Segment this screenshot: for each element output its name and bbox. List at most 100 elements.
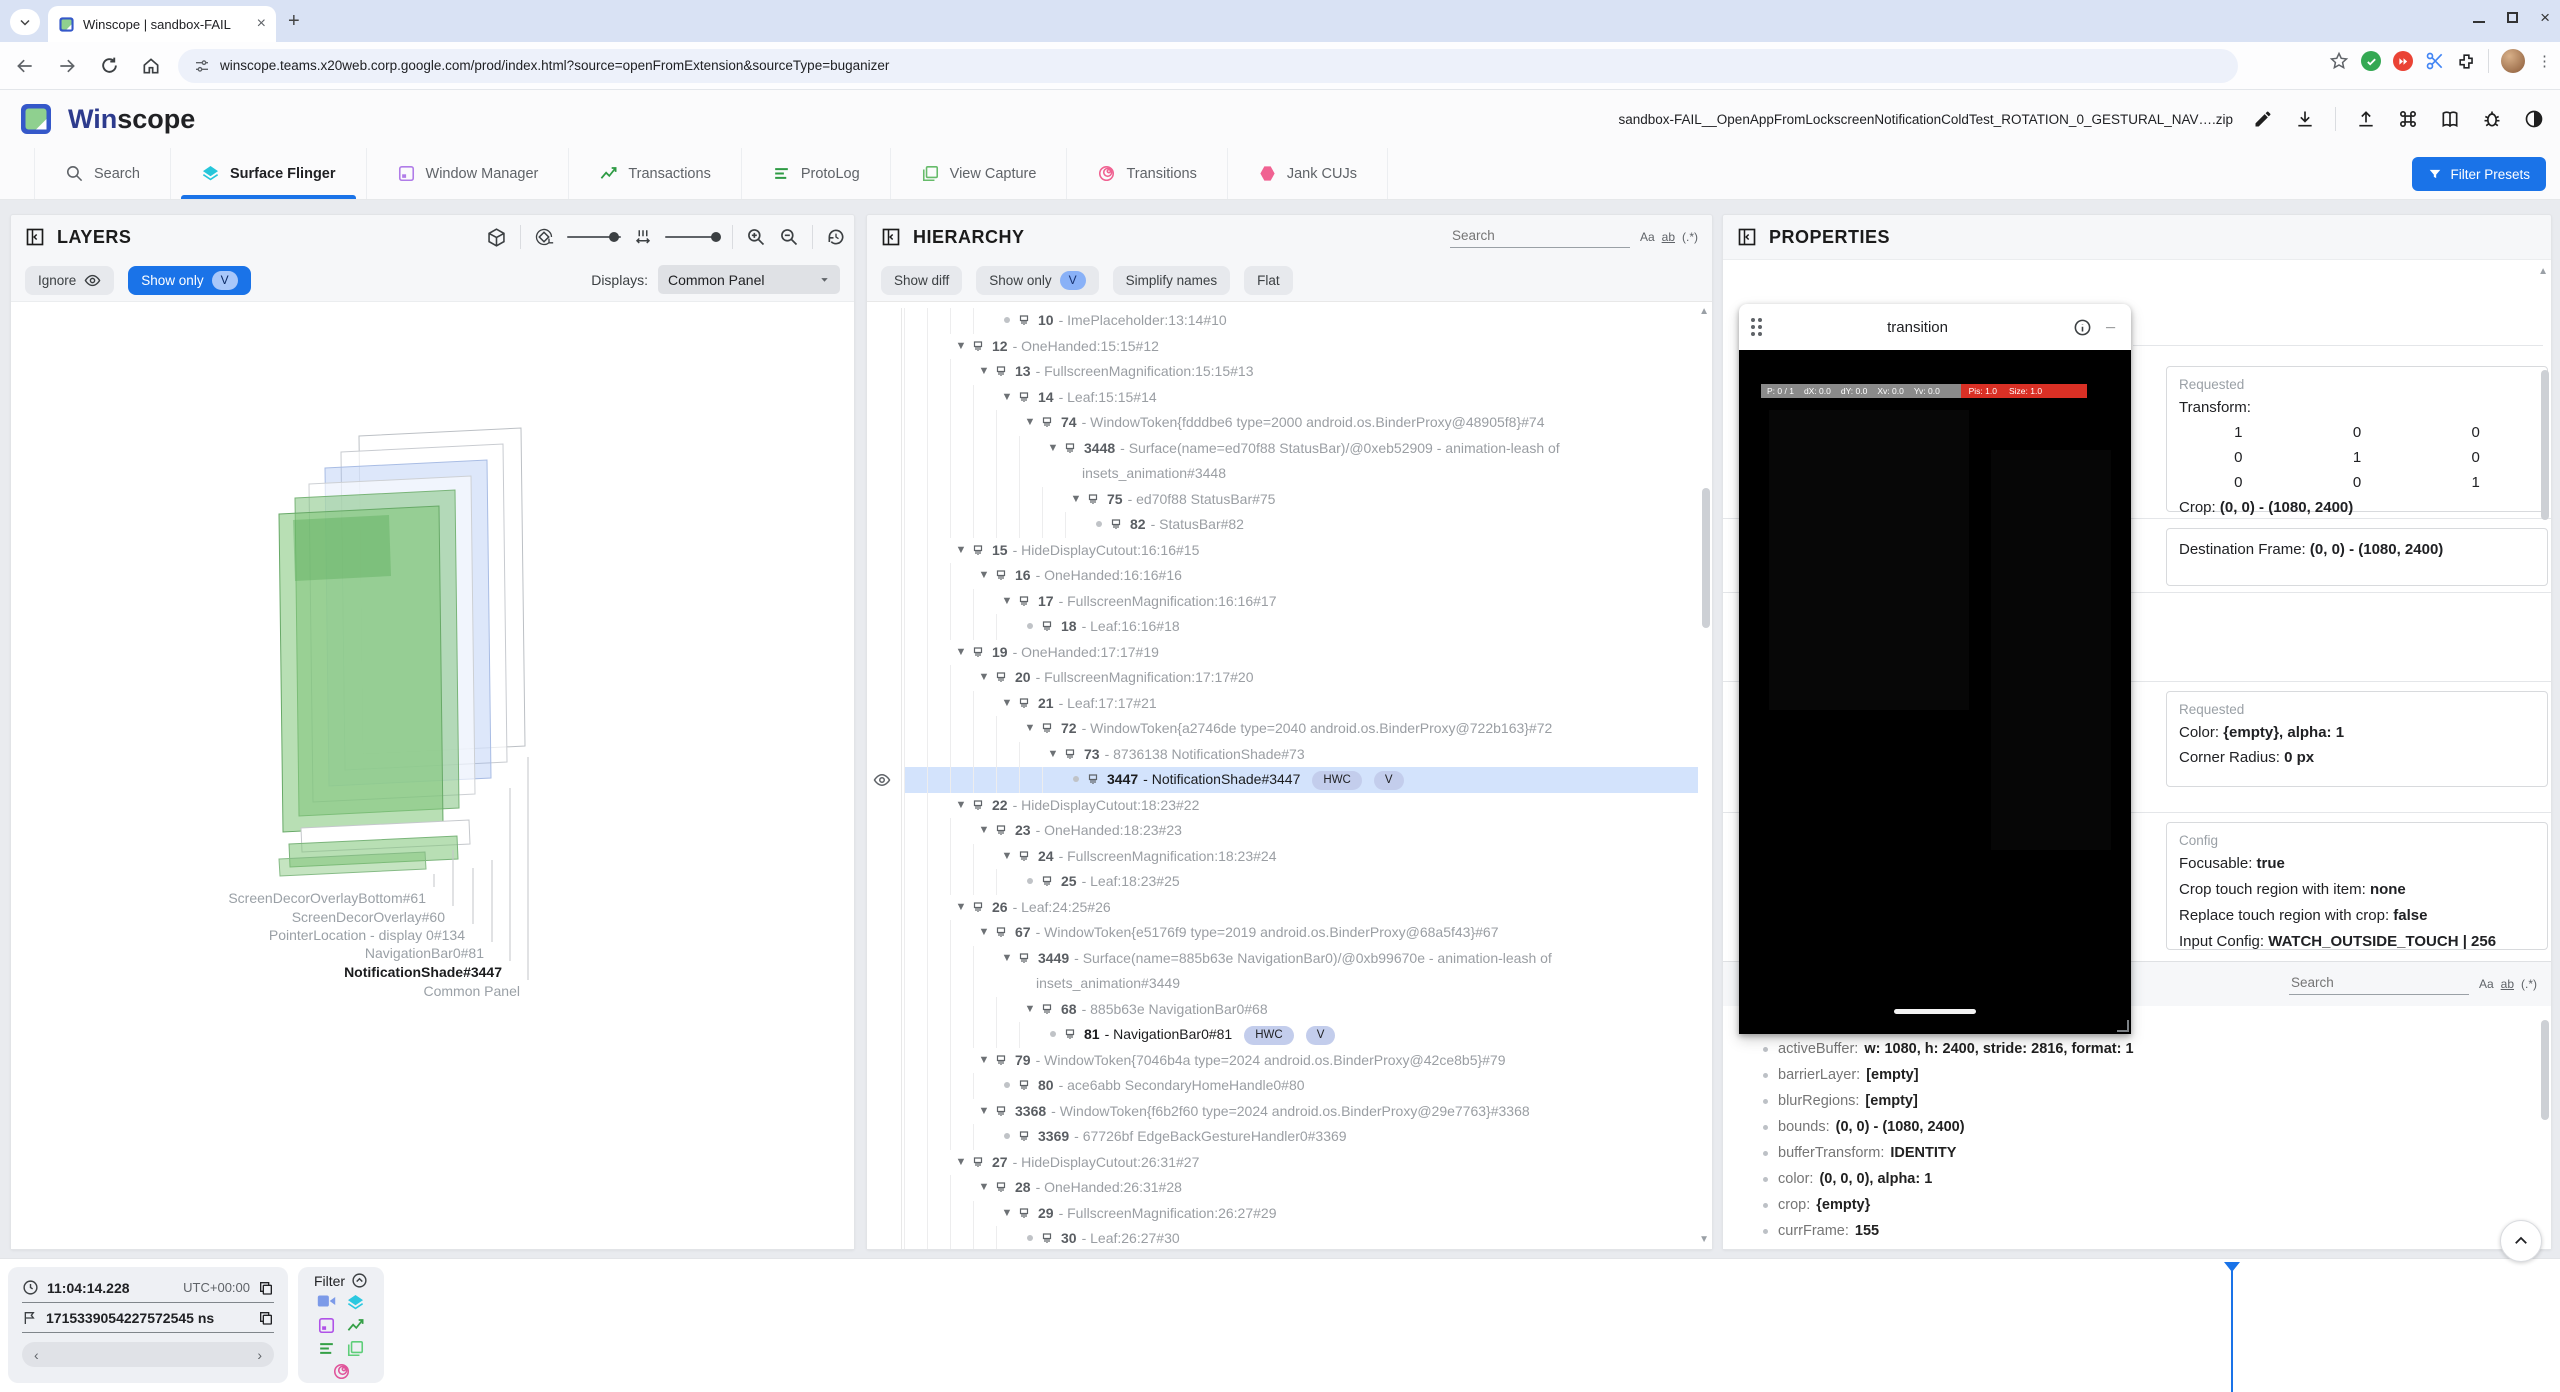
tree-row[interactable]: ▼67- WindowToken{e5176f9 type=2019 andro… bbox=[904, 920, 1698, 946]
chevron-down-icon[interactable]: ▼ bbox=[973, 920, 995, 946]
tree-row[interactable]: 3369- 67726bf EdgeBackGestureHandler0#33… bbox=[904, 1124, 1698, 1150]
tab-search[interactable]: Search bbox=[34, 148, 171, 199]
tree-row[interactable]: ▼74- WindowToken{fdddbe6 type=2000 andro… bbox=[904, 410, 1698, 436]
tree-row[interactable]: 18- Leaf:16:16#18 bbox=[904, 614, 1698, 640]
layer-3d-label[interactable]: Common Panel bbox=[424, 983, 521, 999]
property-item[interactable]: blurRegions:[empty] bbox=[1763, 1088, 2551, 1114]
pin-icon[interactable] bbox=[1110, 512, 1128, 530]
pin-icon[interactable] bbox=[972, 895, 990, 913]
extensions-icon[interactable] bbox=[2457, 52, 2476, 71]
pin-icon[interactable] bbox=[995, 563, 1013, 581]
expand-timeline-button[interactable] bbox=[2500, 1220, 2542, 1262]
panel-collapse-icon[interactable] bbox=[25, 227, 45, 247]
flat-chip[interactable]: Flat bbox=[1244, 266, 1293, 295]
download-icon[interactable] bbox=[2293, 107, 2317, 131]
pin-icon[interactable] bbox=[995, 1048, 1013, 1066]
collapse-filter-icon[interactable] bbox=[351, 1272, 368, 1289]
tree-row[interactable]: ▼12- OneHanded:15:15#12 bbox=[904, 334, 1698, 360]
tree-row[interactable]: 10- ImePlaceholder:13:14#10 bbox=[904, 308, 1698, 334]
chevron-down-icon[interactable]: ▼ bbox=[1019, 716, 1041, 742]
window-icon[interactable] bbox=[317, 1316, 336, 1335]
rotation-slider[interactable] bbox=[567, 236, 621, 238]
spacing-slider[interactable] bbox=[665, 236, 719, 238]
edit-icon[interactable] bbox=[2251, 107, 2275, 131]
bug-icon[interactable] bbox=[2480, 107, 2504, 131]
scroll-down-icon[interactable]: ▼ bbox=[1699, 1234, 1709, 1245]
show-only-chip[interactable]: Show onlyV bbox=[976, 266, 1098, 295]
pin-icon[interactable] bbox=[1018, 844, 1036, 862]
pin-icon[interactable] bbox=[972, 1150, 990, 1168]
pin-icon[interactable] bbox=[995, 1099, 1013, 1117]
chevron-down-icon[interactable]: ▼ bbox=[996, 385, 1018, 411]
chevron-down-icon[interactable]: ▼ bbox=[950, 334, 972, 360]
pin-icon[interactable] bbox=[1018, 1073, 1036, 1091]
tree-row[interactable]: ▼16- OneHanded:16:16#16 bbox=[904, 563, 1698, 589]
pin-icon[interactable] bbox=[995, 665, 1013, 683]
tune-icon[interactable] bbox=[194, 58, 210, 74]
zoom-out-icon[interactable] bbox=[779, 227, 799, 247]
ignore-chip[interactable]: Ignore bbox=[25, 266, 114, 295]
tree-row[interactable]: ▼75- ed70f88 StatusBar#75 bbox=[904, 487, 1698, 513]
tree-row[interactable]: ▼28- OneHanded:26:31#28 bbox=[904, 1175, 1698, 1201]
tree-row[interactable]: ▼19- OneHanded:17:17#19 bbox=[904, 640, 1698, 666]
tree-row[interactable]: 82- StatusBar#82 bbox=[904, 512, 1698, 538]
regex-icon[interactable]: (.*) bbox=[1682, 230, 1698, 244]
chevron-down-icon[interactable]: ▼ bbox=[1019, 997, 1041, 1023]
hierarchy-scrollbar[interactable] bbox=[1702, 488, 1710, 628]
chevron-down-icon[interactable]: ▼ bbox=[973, 665, 995, 691]
pin-icon[interactable] bbox=[1041, 997, 1059, 1015]
show-only-chip[interactable]: Show onlyV bbox=[128, 266, 250, 295]
chevron-down-icon[interactable]: ▼ bbox=[1042, 742, 1064, 768]
tree-row[interactable]: ▼73- 8736138 NotificationShade#73 bbox=[904, 742, 1698, 768]
current-time-ns[interactable]: 1715339054227572545 ns bbox=[46, 1310, 250, 1326]
tab-protolog[interactable]: ProtoLog bbox=[742, 148, 891, 199]
properties-scrollbar[interactable] bbox=[2541, 370, 2549, 520]
panel-collapse-icon[interactable] bbox=[881, 227, 901, 247]
layer-3d-label[interactable]: PointerLocation - display 0#134 bbox=[269, 927, 465, 943]
displays-select[interactable]: Common Panel bbox=[658, 265, 840, 294]
window-close-icon[interactable]: × bbox=[2540, 12, 2550, 23]
avatar[interactable] bbox=[2501, 49, 2525, 73]
property-item[interactable]: bufferTransform:IDENTITY bbox=[1763, 1140, 2551, 1166]
layer-3d-label[interactable]: ScreenDecorOverlayBottom#61 bbox=[228, 890, 426, 906]
url-bar[interactable]: winscope.teams.x20web.corp.google.com/pr… bbox=[178, 49, 2238, 83]
tree-row[interactable]: ▼14- Leaf:15:15#14 bbox=[904, 385, 1698, 411]
pin-icon[interactable] bbox=[972, 793, 990, 811]
pin-icon[interactable] bbox=[1018, 691, 1036, 709]
regex-icon[interactable]: (.*) bbox=[2521, 977, 2537, 991]
current-time[interactable]: 11:04:14.228 bbox=[47, 1280, 175, 1296]
window-minimize-icon[interactable] bbox=[2473, 21, 2485, 23]
chevron-down-icon[interactable]: ▼ bbox=[973, 818, 995, 844]
layers-3d-canvas[interactable]: ScreenDecorOverlayBottom#61ScreenDecorOv… bbox=[11, 301, 854, 1249]
tree-row[interactable]: ▼26- Leaf:24:25#26 bbox=[904, 895, 1698, 921]
minimize-icon[interactable]: _ bbox=[2102, 313, 2119, 341]
copy-icon[interactable] bbox=[258, 1280, 274, 1296]
filter-presets-button[interactable]: Filter Presets bbox=[2412, 157, 2546, 191]
list-icon[interactable] bbox=[317, 1339, 336, 1358]
scroll-up-icon[interactable]: ▲ bbox=[1699, 306, 1709, 317]
chevron-down-icon[interactable]: ▼ bbox=[973, 1175, 995, 1201]
pin-icon[interactable] bbox=[972, 334, 990, 352]
transition-window-titlebar[interactable]: transition _ bbox=[1739, 304, 2131, 350]
bookmark-star-icon[interactable] bbox=[2329, 51, 2349, 71]
copy-icon[interactable] bbox=[258, 1310, 274, 1326]
pin-icon[interactable] bbox=[1064, 436, 1082, 454]
pin-icon[interactable] bbox=[1041, 716, 1059, 734]
pin-icon[interactable] bbox=[995, 359, 1013, 377]
scroll-up-icon[interactable]: ▲ bbox=[2538, 266, 2548, 277]
back-icon[interactable] bbox=[8, 49, 42, 83]
reload-icon[interactable] bbox=[92, 49, 126, 83]
tree-row[interactable]: ▼68- 885b63e NavigationBar0#68 bbox=[904, 997, 1698, 1023]
dark-mode-icon[interactable] bbox=[2522, 107, 2546, 131]
chevron-down-icon[interactable]: ▼ bbox=[1065, 487, 1087, 513]
drag-handle-icon[interactable] bbox=[1751, 318, 1762, 336]
browser-tab[interactable]: Winscope | sandbox-FAIL × bbox=[48, 6, 276, 42]
tab-jank-cujs[interactable]: Jank CUJs bbox=[1228, 148, 1388, 199]
tab-transactions[interactable]: Transactions bbox=[569, 148, 741, 199]
tree-row[interactable]: 3447- NotificationShade#3447HWCV bbox=[904, 767, 1698, 793]
chevron-down-icon[interactable]: ▼ bbox=[973, 1048, 995, 1074]
pin-icon[interactable] bbox=[1018, 385, 1036, 403]
tree-row[interactable]: ▼24- FullscreenMagnification:18:23#24 bbox=[904, 844, 1698, 870]
next-entry-icon[interactable]: › bbox=[257, 1347, 262, 1363]
tree-row[interactable]: ▼27- HideDisplayCutout:26:31#27 bbox=[904, 1150, 1698, 1176]
